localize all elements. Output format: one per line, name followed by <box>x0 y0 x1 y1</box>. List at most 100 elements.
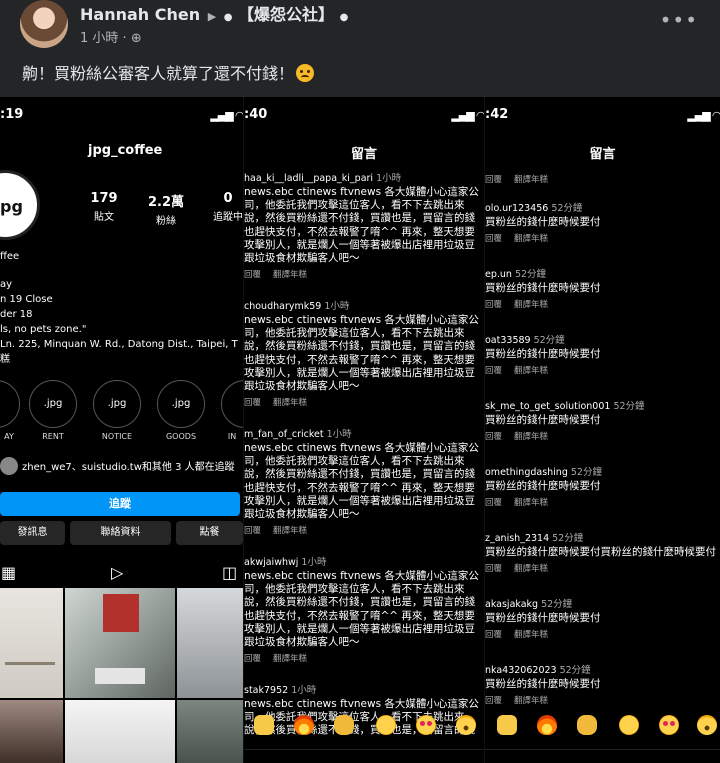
surprised-face-icon[interactable] <box>697 715 717 735</box>
translate-link[interactable]: 翻譯年糕 <box>514 234 548 244</box>
translate-link[interactable]: 翻譯年糕 <box>514 630 548 640</box>
highlight-item[interactable]: .jpg NOTICE <box>91 380 143 441</box>
message-button[interactable]: 發訊息 <box>0 521 65 545</box>
translate-link[interactable]: 翻譯年糕 <box>514 366 548 376</box>
post-meta: 1 小時 · ⊕ <box>80 27 142 46</box>
translate-link[interactable]: 翻譯年糕 <box>514 300 548 310</box>
comment-user[interactable]: stak7952 <box>244 685 288 696</box>
translate-link[interactable]: 翻譯年糕 <box>514 175 548 185</box>
tagged-icon[interactable]: ◫ <box>222 563 237 582</box>
heart-eyes-icon[interactable] <box>416 715 436 735</box>
translate-link[interactable]: 翻譯年糕 <box>273 398 307 408</box>
comment-user[interactable]: omethingdashing <box>485 467 568 478</box>
reply-link[interactable]: 回覆 <box>244 526 261 536</box>
reply-link[interactable]: 回覆 <box>485 696 502 706</box>
translate-link[interactable]: 翻譯年糕 <box>514 564 548 574</box>
reply-link[interactable]: 回覆 <box>485 432 502 442</box>
translate-link[interactable]: 翻譯年糕 <box>273 654 307 664</box>
comment-body: 買粉丝的錢什麼時候要付 <box>485 348 601 360</box>
bio-line: Ln. 225, Minquan W. Rd., Datong Dist., T… <box>0 339 238 350</box>
comment-user[interactable]: olo.ur123456 <box>485 203 548 214</box>
stat-followers-label: 粉絲 <box>156 216 176 227</box>
comment-user[interactable]: choudharymk59 <box>244 301 321 312</box>
reply-link[interactable]: 回覆 <box>485 498 502 508</box>
profile-username: jpg_coffee <box>88 143 163 158</box>
highlight-ring <box>0 380 20 428</box>
translate-link[interactable]: 翻譯年糕 <box>273 526 307 536</box>
dot-separator: ● <box>223 12 233 23</box>
post-thumbnail[interactable] <box>0 588 63 698</box>
comment-item: haa_ki__ladli__papa_ki_pari 1小時 news.ebc … <box>244 170 484 280</box>
author-name[interactable]: Hannah Chen <box>80 5 200 24</box>
post-thumbnail[interactable] <box>177 588 243 698</box>
stat-posts-label: 貼文 <box>94 212 114 223</box>
clapping-icon[interactable] <box>577 715 597 735</box>
comment-user[interactable]: ep.un <box>485 269 512 280</box>
highlight-ring: .jpg <box>29 380 77 428</box>
raising-hands-icon[interactable] <box>497 715 517 735</box>
comment-user[interactable]: haa_ki__ladli__papa_ki_pari <box>244 173 373 184</box>
comment-time: 1小時 <box>326 429 352 440</box>
reply-link[interactable]: 回覆 <box>485 630 502 640</box>
reels-icon[interactable]: ▷ <box>111 563 123 582</box>
comment-input[interactable] <box>485 749 720 763</box>
fire-icon[interactable] <box>294 715 314 735</box>
comment-actions-top: 回覆 翻譯年糕 <box>485 170 720 185</box>
reply-link[interactable]: 回覆 <box>244 654 261 664</box>
crying-face-icon[interactable] <box>376 715 396 735</box>
raising-hands-icon[interactable] <box>254 715 274 735</box>
comment-user[interactable]: m_fan_of_cricket <box>244 429 324 440</box>
comment-user[interactable]: sk_me_to_get_solution001 <box>485 401 610 412</box>
crying-face-icon[interactable] <box>619 715 639 735</box>
stat-following-num: 0 <box>223 191 233 206</box>
highlight-item[interactable]: AY <box>0 380 22 441</box>
bio-line: n 19 Close <box>0 294 53 305</box>
followed-by[interactable]: zhen_we7、suistudio.tw和其他 3 人都在追蹤 <box>0 457 235 475</box>
contact-button[interactable]: 聯絡資料 <box>70 521 171 545</box>
highlight-label: RENT <box>42 432 64 441</box>
reply-link[interactable]: 回覆 <box>244 398 261 408</box>
translate-link[interactable]: 翻譯年糕 <box>514 696 548 706</box>
surprised-face-icon[interactable] <box>456 715 476 735</box>
highlight-item[interactable]: IN <box>219 380 243 441</box>
reply-link[interactable]: 回覆 <box>485 234 502 244</box>
screenshot-collage[interactable]: :19 ▂▄▆ ◠ jpg_coffee pg 179 貼文 2.2萬 粉絲 0… <box>0 97 720 763</box>
reply-link[interactable]: 回覆 <box>485 366 502 376</box>
author-avatar[interactable] <box>20 0 68 48</box>
translate-link[interactable]: 翻譯年糕 <box>514 432 548 442</box>
reply-link[interactable]: 回覆 <box>485 300 502 310</box>
follow-button[interactable]: 追蹤 <box>0 492 240 516</box>
post-time[interactable]: 1 小時 · <box>80 31 131 46</box>
grid-icon[interactable]: ▦ <box>1 563 16 582</box>
fire-icon[interactable] <box>537 715 557 735</box>
comment-user[interactable]: z_anish_2314 <box>485 533 549 544</box>
clapping-icon[interactable] <box>334 715 354 735</box>
comment-item: olo.ur123456 52分鐘 買粉丝的錢什麼時候要付 回覆 翻譯年糕 <box>485 200 720 244</box>
comment-body: 買粉丝的錢什麼時候要付 <box>485 480 601 492</box>
comment-user[interactable]: akwjaiwhwj <box>244 557 298 568</box>
comments-screenshot-2: :42 ▂▄▆ ◠ 留言 回覆 翻譯年糕 olo.ur123456 52分鐘 買粉丝… <box>484 97 720 763</box>
comment-input[interactable] <box>244 749 484 763</box>
comment-user[interactable]: nka432062023 <box>485 665 557 676</box>
heart-eyes-icon[interactable] <box>659 715 679 735</box>
reply-link[interactable]: 回覆 <box>485 175 502 185</box>
highlight-item[interactable]: .jpg RENT <box>27 380 79 441</box>
highlight-label: GOODS <box>165 432 197 441</box>
post-thumbnail[interactable] <box>0 700 63 763</box>
post-thumbnail[interactable] <box>177 700 243 763</box>
group-name[interactable]: 【爆怨公社】 <box>238 5 334 24</box>
post-thumbnail[interactable] <box>65 700 175 763</box>
comment-time: 52分鐘 <box>552 533 584 544</box>
more-options-icon[interactable]: ••• <box>660 8 698 32</box>
order-button[interactable]: 點餐 <box>176 521 243 545</box>
translate-link[interactable]: 翻譯年糕 <box>273 270 307 280</box>
comment-time: 52分鐘 <box>570 467 602 478</box>
comment-user[interactable]: oat33589 <box>485 335 531 346</box>
mini-avatar <box>0 457 18 475</box>
reply-link[interactable]: 回覆 <box>244 270 261 280</box>
comment-user[interactable]: akasjakakg <box>485 599 538 610</box>
post-thumbnail[interactable] <box>65 588 175 698</box>
highlight-item[interactable]: .jpg GOODS <box>155 380 207 441</box>
reply-link[interactable]: 回覆 <box>485 564 502 574</box>
translate-link[interactable]: 翻譯年糕 <box>514 498 548 508</box>
